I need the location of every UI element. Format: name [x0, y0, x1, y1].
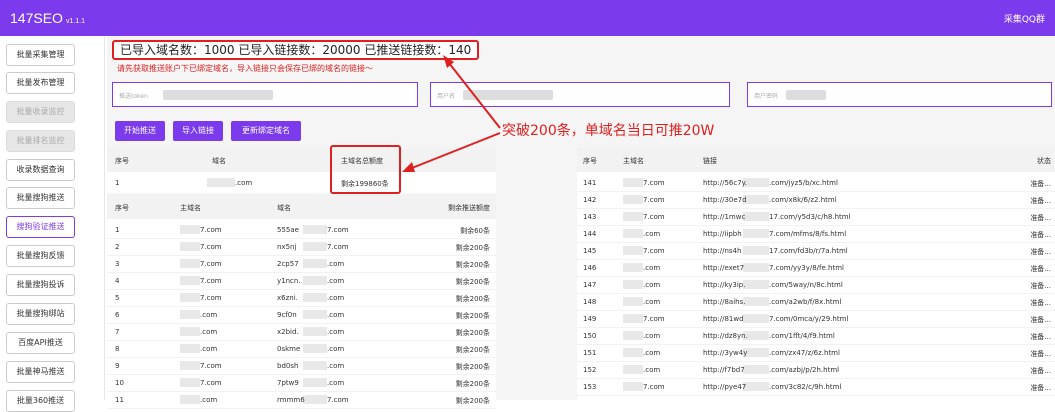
arrow-to-quota	[411, 132, 501, 169]
annotation-arrows	[402, 55, 501, 172]
arrowhead-icon	[402, 162, 415, 172]
arrow-to-stats	[448, 62, 501, 129]
